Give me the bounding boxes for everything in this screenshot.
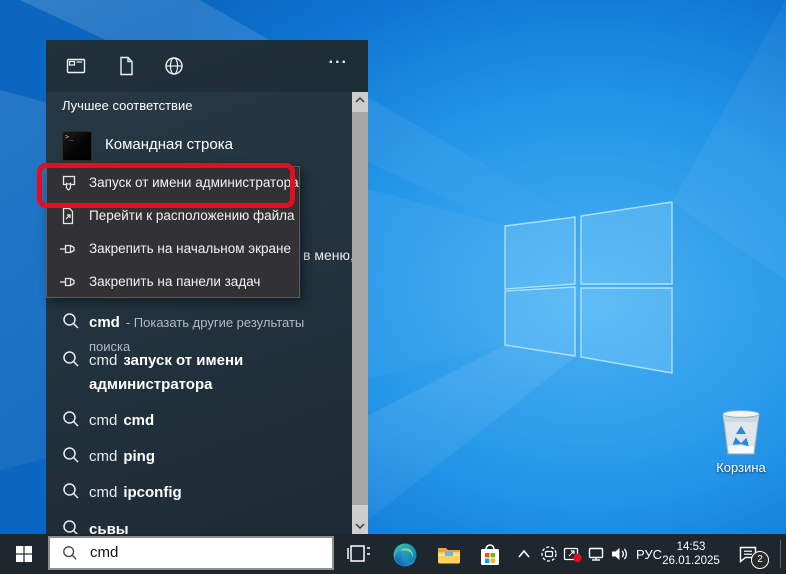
web-filter-icon[interactable] [164, 56, 184, 76]
tray-capture-app-icon[interactable] [540, 545, 558, 563]
suggestion-row[interactable]: cmdзапуск от имени администратора [46, 348, 346, 406]
search-input-value[interactable]: cmd [90, 544, 118, 561]
documents-filter-icon[interactable] [116, 56, 136, 76]
scroll-down-icon[interactable] [352, 518, 368, 534]
recycle-bin-icon [718, 408, 764, 458]
windows-desktop: Корзина ... Лучшее соответствие >_ К [0, 0, 786, 574]
language-indicator[interactable]: РУС [632, 547, 666, 562]
tray-overflow-chevron-icon[interactable] [515, 545, 533, 563]
best-match-header: Лучшее соответствие [62, 98, 192, 113]
suggestion-see-more[interactable]: cmd- Показать другие результаты поиска [46, 310, 346, 344]
file-explorer-button[interactable] [436, 542, 462, 568]
start-button[interactable] [0, 534, 48, 574]
annotation-highlight-box [37, 163, 295, 208]
suggestion-row[interactable]: cmdping [46, 444, 346, 478]
menu-item-pin-to-start[interactable]: Закрепить на начальном экране [47, 233, 299, 266]
search-icon [62, 410, 80, 428]
notification-badge: 2 [751, 551, 769, 569]
microsoft-store-button[interactable] [477, 542, 503, 568]
search-icon [62, 519, 80, 534]
file-location-icon [59, 207, 77, 225]
search-icon [62, 312, 80, 330]
apps-filter-icon[interactable] [66, 56, 86, 76]
volume-tray-icon[interactable] [610, 545, 630, 563]
show-desktop-button[interactable] [780, 540, 781, 568]
clock-date: 26.01.2025 [662, 554, 720, 568]
suggestion-row[interactable]: cmdipconfig [46, 480, 346, 514]
network-tray-icon[interactable] [587, 545, 605, 563]
edge-browser-button[interactable] [392, 542, 418, 568]
taskbar-clock[interactable]: 14:53 26.01.2025 [662, 540, 720, 568]
scrollbar-thumb[interactable] [352, 112, 368, 505]
search-icon [62, 446, 80, 464]
recycle-bin-label: Корзина [706, 460, 776, 475]
task-view-button[interactable] [347, 543, 371, 565]
search-icon [62, 350, 80, 368]
pin-icon [59, 240, 77, 258]
search-icon [62, 482, 80, 500]
pin-icon [59, 273, 77, 291]
search-icon [62, 545, 78, 561]
scroll-up-icon[interactable] [352, 92, 368, 108]
suggestion-row[interactable]: cmdcmd [46, 408, 346, 442]
clipped-panel-text: в меню, [303, 247, 353, 263]
tray-recorder-app-icon[interactable] [563, 545, 583, 563]
panel-scrollbar[interactable] [352, 92, 368, 534]
suggestion-row[interactable]: сьвы [46, 517, 346, 534]
search-filter-bar: ... [46, 40, 368, 92]
command-prompt-icon: >_ [62, 131, 92, 161]
menu-item-pin-to-taskbar[interactable]: Закрепить на панели задач [47, 266, 299, 299]
more-options-icon[interactable]: ... [329, 50, 348, 68]
clock-time: 14:53 [662, 540, 720, 554]
windows-start-icon [16, 546, 32, 562]
best-match-title: Командная строка [105, 136, 233, 153]
taskbar-search-box[interactable]: cmd [48, 536, 334, 570]
taskbar: cmd [0, 534, 786, 574]
recycle-bin-desktop-icon[interactable]: Корзина [706, 406, 776, 480]
